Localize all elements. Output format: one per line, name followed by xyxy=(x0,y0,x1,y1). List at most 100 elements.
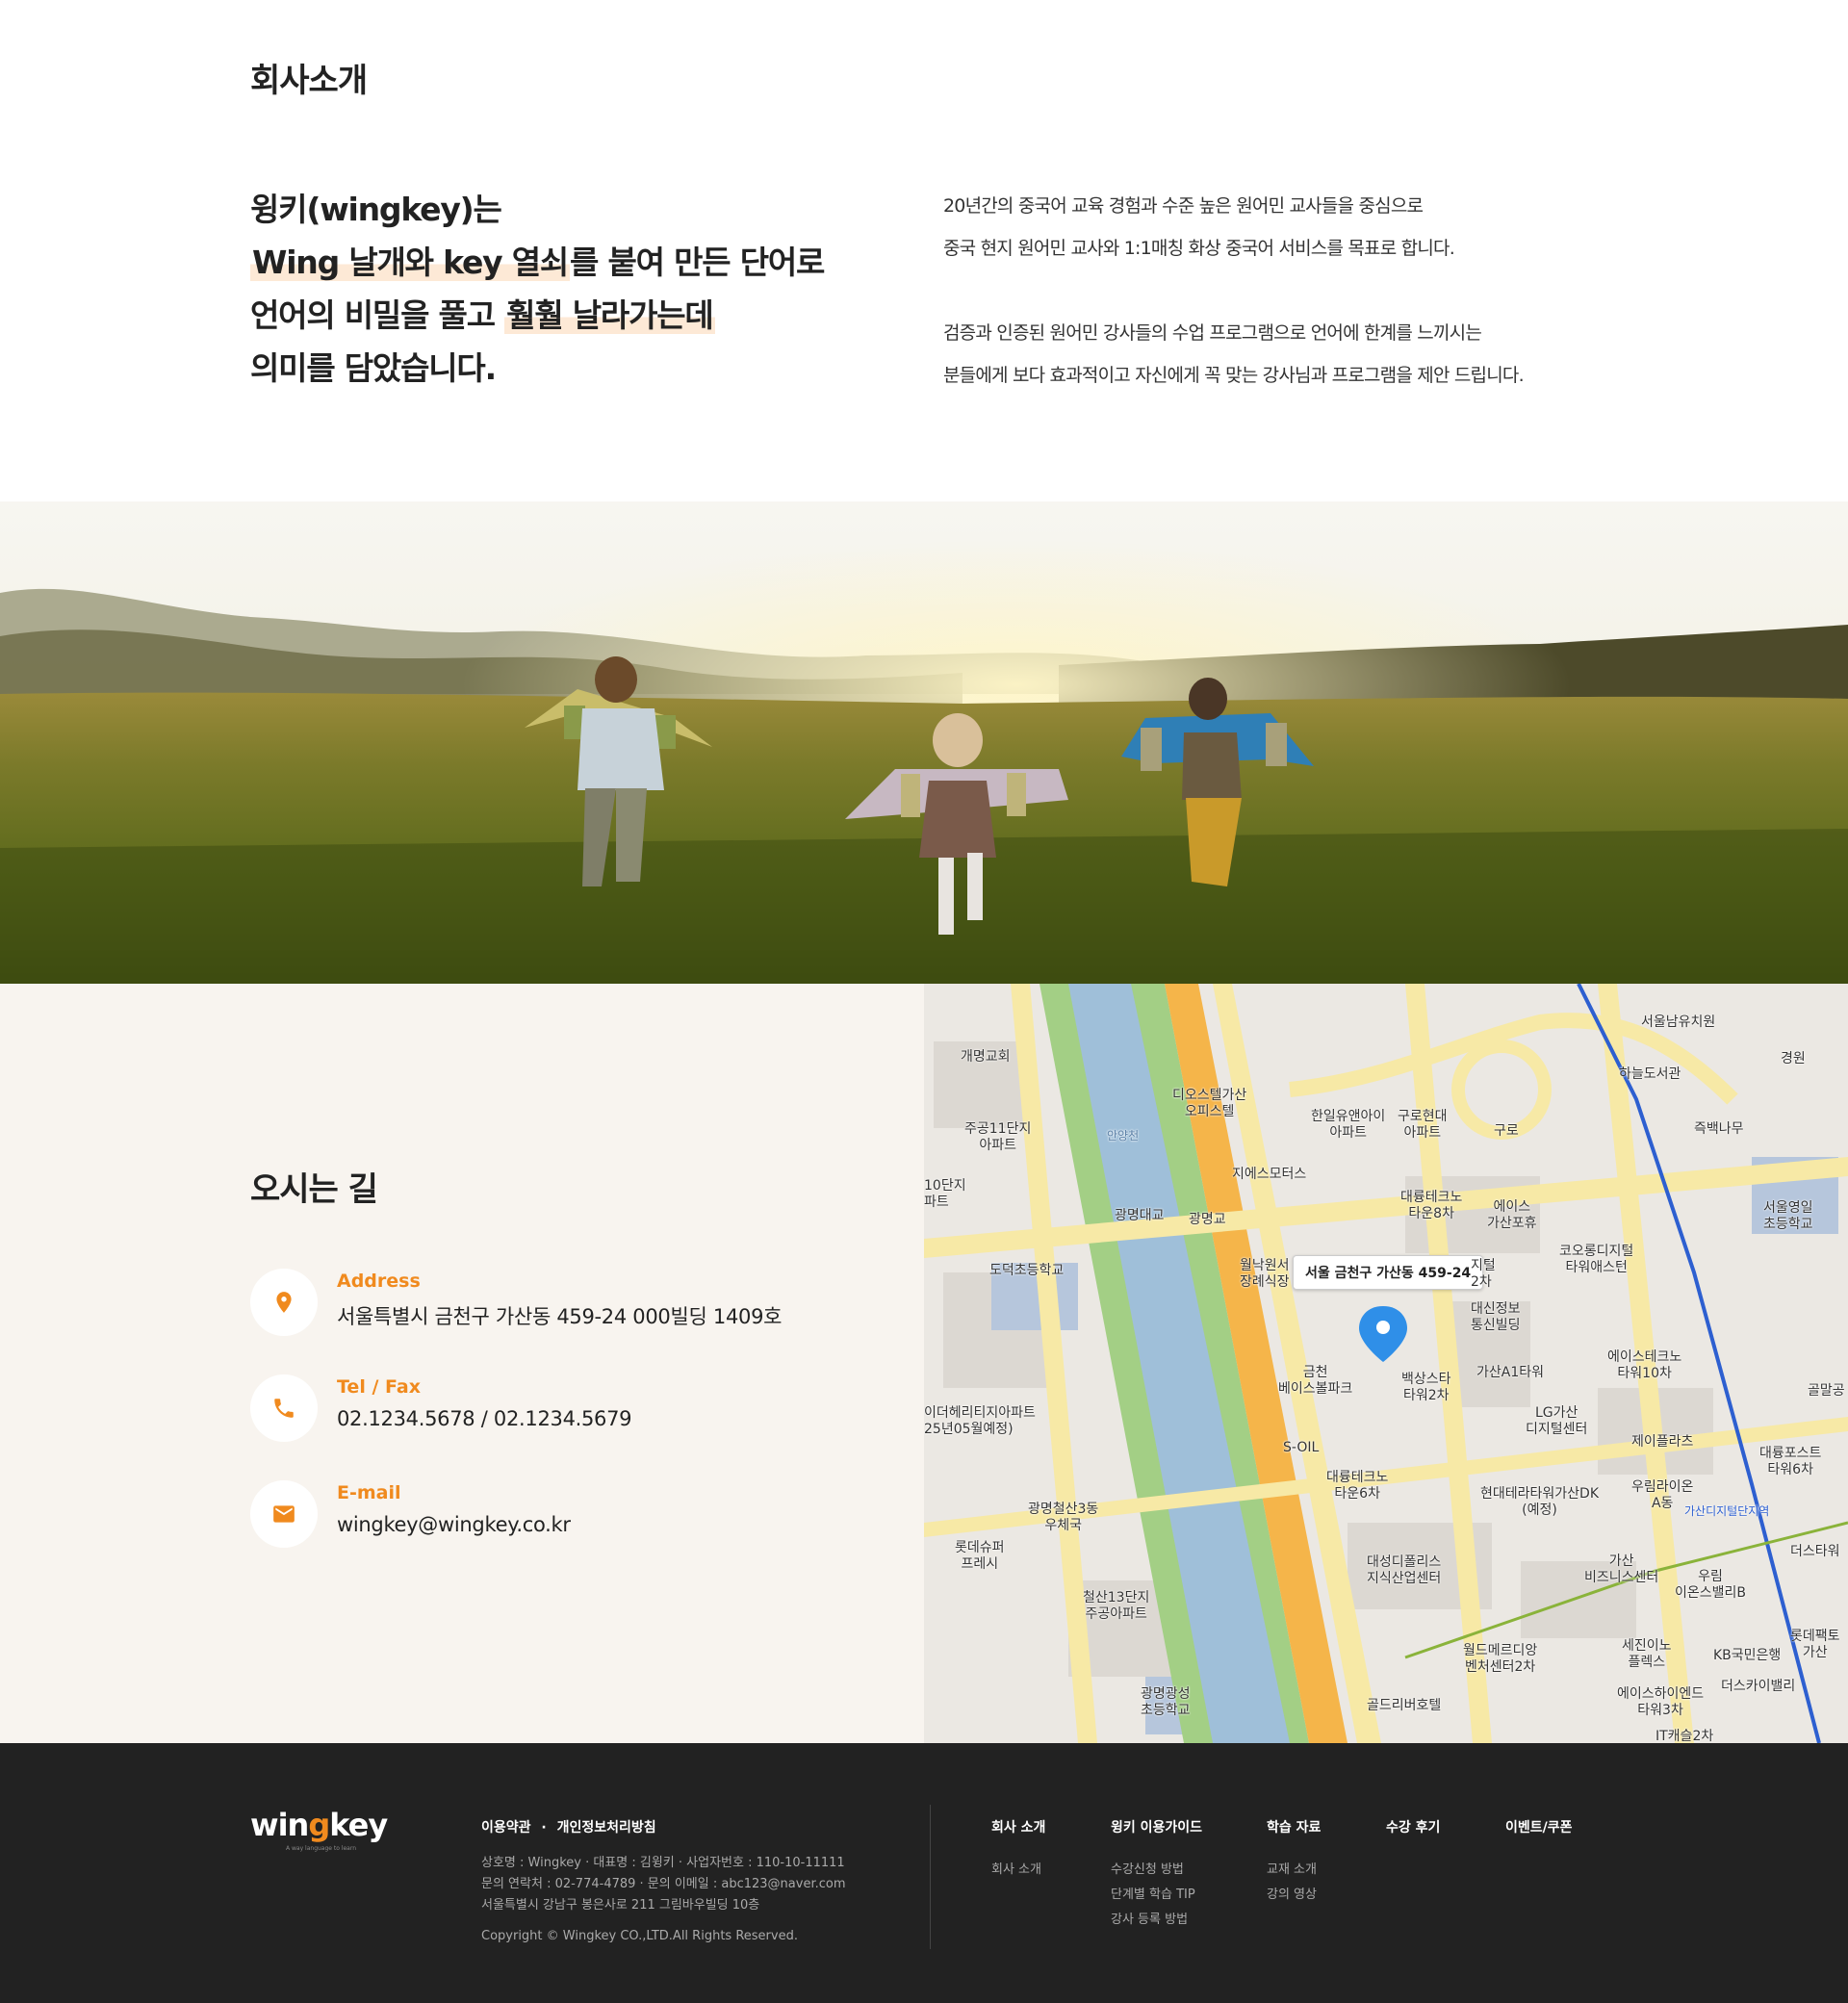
location-pin-icon xyxy=(250,1269,318,1336)
lead-line-2: Wing 날개와 key 열쇠를 붙여 만든 단어로 xyxy=(250,236,847,289)
map-label: 더스카이밸리 xyxy=(1721,1679,1796,1694)
map-label: 안양천 xyxy=(1107,1129,1140,1143)
map-label: 더스타워 xyxy=(1790,1544,1840,1559)
map-label: 경원 xyxy=(1781,1051,1806,1066)
map-label: 골드리버호텔 xyxy=(1367,1698,1442,1713)
map-label: 이더헤리티지아파트 25년05월예정) xyxy=(924,1405,1036,1437)
map-label: 우림 이온스밸리B xyxy=(1675,1569,1747,1601)
map-label: 서울남유치원 xyxy=(1641,1014,1716,1030)
desc-line-1: 20년간의 중국어 교육 경험과 수준 높은 원어민 교사들을 중심으로 xyxy=(943,195,1424,217)
map-label: 제이플라츠 xyxy=(1631,1434,1694,1450)
business-info: 상호명 : Wingkey · 대표명 : 김윙키 · 사업자번호 : 110-… xyxy=(481,1853,846,1916)
map-label: 백상스타 타워2차 xyxy=(1401,1372,1451,1403)
map-label: 디오스텔가산 오피스텔 xyxy=(1172,1088,1247,1119)
map-label: IT캐슬2차 xyxy=(1656,1729,1714,1743)
footer-col-head[interactable]: 학습 자료 xyxy=(1267,1817,1321,1836)
map-label: 골말공 xyxy=(1808,1383,1845,1399)
lead-line-4: 의미를 담았습니다. xyxy=(250,349,497,387)
footer-col-head[interactable]: 수강 후기 xyxy=(1386,1817,1440,1836)
map-label: 가산A1타워 xyxy=(1476,1365,1545,1380)
footer-col-head[interactable]: 윙키 이용가이드 xyxy=(1111,1817,1202,1836)
location-map[interactable]: 서울 금천구 가산동 459-24 개명교회 서울남유치원 하늘도서관 경원 디… xyxy=(924,984,1848,1743)
footer-col-head[interactable]: 이벤트/쿠폰 xyxy=(1505,1817,1573,1836)
map-address-tooltip: 서울 금천구 가산동 459-24 xyxy=(1293,1255,1484,1290)
wingkey-logo[interactable]: wingkey xyxy=(250,1807,388,1843)
lead-line-2-rest: 를 붙여 만든 단어로 xyxy=(570,244,825,281)
lead-line-3-pre: 언어의 비밀을 풀고 xyxy=(250,296,505,334)
lead-highlight-fly: 훨훨 날라가는데 xyxy=(504,296,715,334)
map-label: 에이스테크노 타워10차 xyxy=(1607,1349,1682,1381)
footer-link[interactable]: 단계별 학습 TIP xyxy=(1111,1883,1202,1908)
footer-col-company: 회사 소개 회사 소개 xyxy=(991,1817,1045,1883)
map-label: 대성디폴리스 지식산업센터 xyxy=(1367,1554,1442,1586)
footer-link[interactable]: 교재 소개 xyxy=(1267,1858,1321,1883)
footer-link[interactable]: 회사 소개 xyxy=(991,1858,1045,1883)
map-label: 광명광성 초등학교 xyxy=(1141,1686,1191,1718)
address-label: Address xyxy=(337,1271,421,1292)
privacy-policy-link[interactable]: 개인정보처리방침 xyxy=(557,1820,656,1836)
map-label: 가산디지털단지역 xyxy=(1684,1504,1770,1518)
map-label: 월낙원서 장례식장 xyxy=(1240,1258,1290,1290)
map-label: 롯데슈퍼 프레시 xyxy=(955,1540,1005,1572)
map-label: 대륭테크노 타운6차 xyxy=(1326,1470,1389,1502)
desc-line-3: 검증과 인증된 원어민 강사들의 수업 프로그램으로 언어에 한계를 느끼시는 xyxy=(943,322,1482,344)
address-item: Address 서울특별시 금천구 가산동 459-24 000빌딩 1409호 xyxy=(250,1269,866,1338)
logo-text-post: key xyxy=(329,1807,388,1843)
lead-line-1: 윙키(wingkey)는 xyxy=(250,191,502,228)
about-title: 회사소개 xyxy=(250,62,368,100)
location-section: 오시는 길 Address 서울특별시 금천구 가산동 459-24 000빌딩… xyxy=(0,984,1848,1743)
map-label: 10단지 파트 xyxy=(924,1178,966,1210)
map-label: 대륭테크노 타운8차 xyxy=(1400,1190,1463,1221)
desc-line-4: 분들에게 보다 효과적이고 자신에게 꼭 맞는 강사님과 프로그램을 제안 드립… xyxy=(943,365,1525,386)
terms-link[interactable]: 이용약관 xyxy=(481,1820,531,1836)
footer-col-head[interactable]: 회사 소개 xyxy=(991,1817,1045,1836)
footer-col-reviews: 수강 후기 xyxy=(1386,1817,1440,1858)
hero-image-kids-flying xyxy=(0,501,1848,984)
map-label: 구로 xyxy=(1494,1123,1519,1139)
email-item: E-mail wingkey@wingkey.co.kr xyxy=(250,1480,866,1550)
map-label: 에이스하이엔드 타워3차 xyxy=(1617,1686,1705,1718)
map-label: 구로현대 아파트 xyxy=(1398,1109,1448,1141)
footer-col-materials: 학습 자료 교재 소개 강의 영상 xyxy=(1267,1817,1321,1908)
business-info-line: 문의 연락처 : 02-774-4789 · 문의 이메일 : abc123@n… xyxy=(481,1877,846,1891)
hero-illustration xyxy=(0,501,1848,984)
map-label: 광명대교 xyxy=(1115,1208,1165,1223)
about-section: 회사소개 윙키(wingkey)는 Wing 날개와 key 열쇠를 붙여 만든… xyxy=(0,0,1848,501)
map-label: 월드메르디앙 벤처센터2차 xyxy=(1463,1643,1538,1675)
map-label: 코오롱디지털 타워애스턴 xyxy=(1559,1244,1634,1275)
map-label: 세진이노 플렉스 xyxy=(1622,1638,1672,1670)
footer-col-guide: 윙키 이용가이드 수강신청 방법 단계별 학습 TIP 강사 등록 방법 xyxy=(1111,1817,1202,1933)
policy-links: 이용약관 · 개인정보처리방침 xyxy=(481,1817,656,1836)
location-title: 오시는 길 xyxy=(250,1170,378,1209)
email-value: wingkey@wingkey.co.kr xyxy=(337,1513,571,1536)
map-label: 광명교 xyxy=(1189,1212,1226,1227)
tel-item: Tel / Fax 02.1234.5678 / 02.1234.5679 xyxy=(250,1374,866,1444)
footer: wingkey A way language to learn 이용약관 · 개… xyxy=(0,1743,1848,2003)
map-label: 롯데팩토 가산 xyxy=(1790,1629,1840,1660)
desc-line-2: 중국 현지 원어민 교사와 1:1매칭 화상 중국어 서비스를 목표로 합니다. xyxy=(943,238,1455,259)
map-label: 대륭포스트 타워6차 xyxy=(1759,1446,1822,1477)
map-label: 즉백나무 xyxy=(1694,1121,1744,1137)
logo-tagline: A way language to learn xyxy=(286,1845,357,1852)
map-label: 철산13단지 주공아파트 xyxy=(1083,1590,1150,1622)
footer-link[interactable]: 강사 등록 방법 xyxy=(1111,1908,1202,1933)
logo-text-pre: win xyxy=(250,1807,309,1843)
map-base xyxy=(924,984,1848,1743)
map-label: KB국민은행 xyxy=(1713,1648,1782,1663)
address-value: 서울특별시 금천구 가산동 459-24 000빌딩 1409호 xyxy=(337,1305,783,1328)
tel-value: 02.1234.5678 / 02.1234.5679 xyxy=(337,1407,632,1430)
map-label: 지에스모터스 xyxy=(1232,1167,1307,1182)
footer-link[interactable]: 강의 영상 xyxy=(1267,1883,1321,1908)
map-label: 대신정보 통신빌딩 xyxy=(1471,1301,1521,1333)
email-label: E-mail xyxy=(337,1482,401,1503)
map-label: 개명교회 xyxy=(961,1049,1011,1065)
map-label: 하늘도서관 xyxy=(1619,1066,1681,1082)
footer-link[interactable]: 수강신청 방법 xyxy=(1111,1858,1202,1883)
tel-label: Tel / Fax xyxy=(337,1376,421,1398)
mail-icon xyxy=(250,1480,318,1548)
business-info-line: 상호명 : Wingkey · 대표명 : 김윙키 · 사업자번호 : 110-… xyxy=(481,1856,845,1870)
map-label: 지털 2차 xyxy=(1471,1258,1496,1290)
policy-separator: · xyxy=(541,1820,547,1836)
map-label: 광명철산3동 우체국 xyxy=(1028,1502,1099,1533)
footer-col-events: 이벤트/쿠폰 xyxy=(1505,1817,1573,1858)
